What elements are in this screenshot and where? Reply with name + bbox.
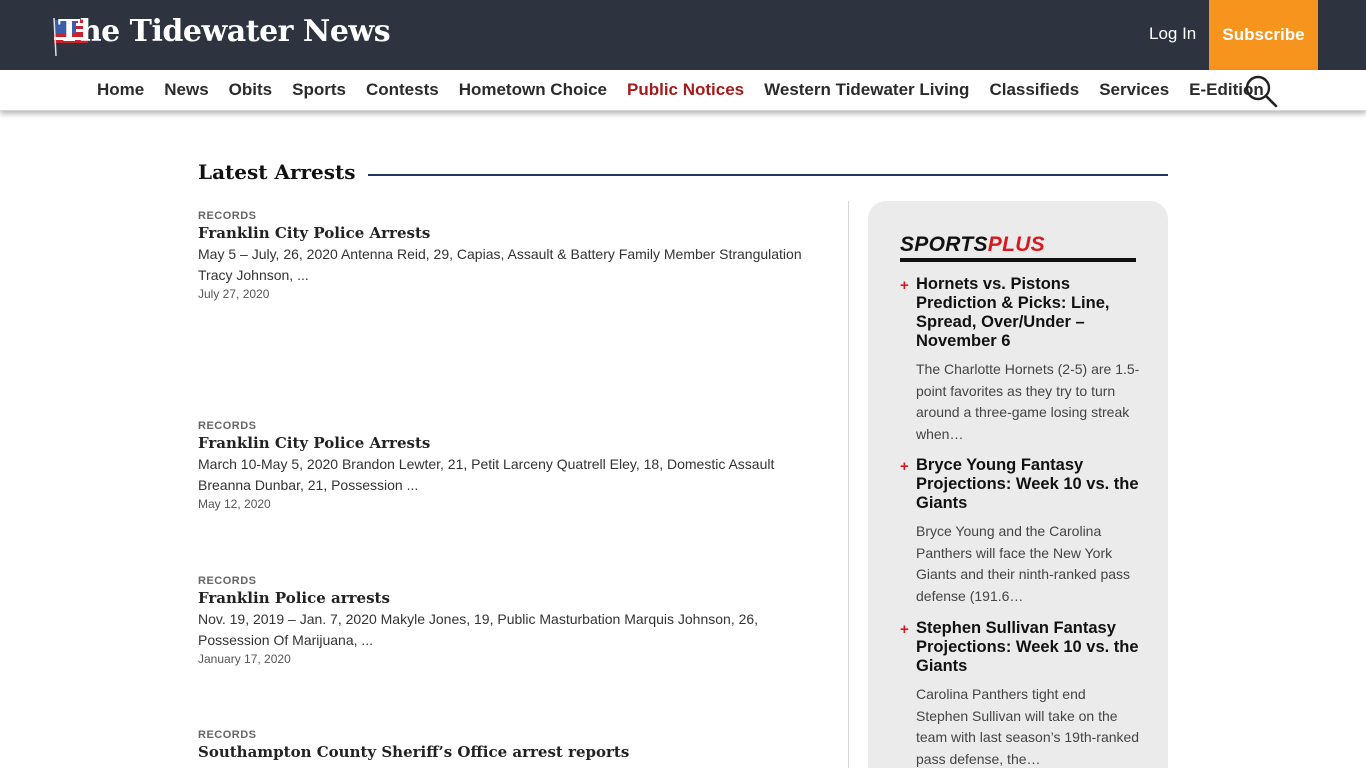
column-divider	[848, 201, 849, 768]
sportsplus-sidebar: SPORTSPLUS + Hornets vs. Pistons Predict…	[868, 201, 1168, 768]
article-category[interactable]: RECORDS	[198, 210, 828, 222]
article-excerpt: May 5 – July, 26, 2020 Antenna Reid, 29,…	[198, 246, 802, 283]
article-excerpt: Nov. 19, 2019 – Jan. 7, 2020 Makyle Jone…	[198, 611, 759, 648]
sportsplus-excerpt: Carolina Panthers tight end Stephen Sull…	[916, 686, 1140, 768]
nav-item-public-notices[interactable]: Public Notices	[617, 80, 754, 100]
article-item: RECORDS Southampton County Sheriff’s Off…	[198, 729, 828, 761]
nav-item-sports[interactable]: Sports	[282, 80, 356, 100]
article-headline[interactable]: Southampton County Sheriff’s Office arre…	[198, 743, 828, 761]
nav-item-contests[interactable]: Contests	[356, 80, 449, 100]
article-category[interactable]: RECORDS	[198, 575, 828, 587]
section-title: Latest Arrests	[198, 160, 368, 184]
plus-icon: +	[900, 277, 909, 294]
sportsplus-item: + Bryce Young Fantasy Projections: Week …	[900, 456, 1140, 608]
nav-item-news[interactable]: News	[154, 80, 218, 100]
article-date: January 17, 2020	[198, 652, 291, 666]
nav-item-obits[interactable]: Obits	[219, 80, 282, 100]
article-item: RECORDS Franklin Police arrests Nov. 19,…	[198, 575, 828, 666]
article-category[interactable]: RECORDS	[198, 729, 828, 741]
search-icon[interactable]	[1244, 74, 1278, 108]
article-category[interactable]: RECORDS	[198, 420, 828, 432]
nav-item-home[interactable]: Home	[87, 80, 154, 100]
article-headline[interactable]: Franklin City Police Arrests	[198, 224, 828, 242]
sportsplus-title[interactable]: SPORTSPLUS	[900, 233, 1045, 257]
nav-item-classifieds[interactable]: Classifieds	[979, 80, 1089, 100]
login-link[interactable]: Log In	[1149, 24, 1196, 44]
top-bar: The Tidewater News Log In Subscribe	[0, 0, 1366, 70]
article-date: July 27, 2020	[198, 287, 270, 301]
plus-icon: +	[900, 621, 909, 638]
sportsplus-item: + Hornets vs. Pistons Prediction & Picks…	[900, 275, 1140, 446]
nav-item-services[interactable]: Services	[1089, 80, 1179, 100]
sportsplus-excerpt: The Charlotte Hornets (2-5) are 1.5-poin…	[916, 361, 1140, 443]
subscribe-button[interactable]: Subscribe	[1209, 0, 1318, 70]
sportsplus-item: + Stephen Sullivan Fantasy Projections: …	[900, 619, 1140, 768]
sportsplus-rule	[900, 258, 1136, 262]
article-headline[interactable]: Franklin Police arrests	[198, 589, 828, 607]
article-headline[interactable]: Franklin City Police Arrests	[198, 434, 828, 452]
main-nav: Home News Obits Sports Contests Hometown…	[87, 70, 1274, 110]
article-date: May 12, 2020	[198, 497, 271, 511]
sportsplus-headline[interactable]: Stephen Sullivan Fantasy Projections: We…	[916, 619, 1140, 676]
article-item: RECORDS Franklin City Police Arrests Mar…	[198, 420, 828, 511]
main-nav-bar: Home News Obits Sports Contests Hometown…	[0, 70, 1366, 111]
sportsplus-headline[interactable]: Bryce Young Fantasy Projections: Week 10…	[916, 456, 1140, 513]
sportsplus-excerpt: Bryce Young and the Carolina Panthers wi…	[916, 523, 1131, 605]
plus-icon: +	[900, 458, 909, 475]
sportsplus-title-plus: PLUS	[987, 233, 1045, 256]
nav-item-hometown-choice[interactable]: Hometown Choice	[449, 80, 617, 100]
section-rule	[348, 174, 1168, 176]
article-item: RECORDS Franklin City Police Arrests May…	[198, 210, 828, 301]
site-logo[interactable]: The Tidewater News	[58, 14, 391, 49]
nav-item-western-tidewater-living[interactable]: Western Tidewater Living	[754, 80, 979, 100]
article-excerpt: March 10-May 5, 2020 Brandon Lewter, 21,…	[198, 456, 775, 493]
sportsplus-headline[interactable]: Hornets vs. Pistons Prediction & Picks: …	[916, 275, 1140, 351]
sportsplus-title-sports: SPORTS	[900, 233, 988, 256]
section-heading: Latest Arrests	[198, 160, 1168, 188]
